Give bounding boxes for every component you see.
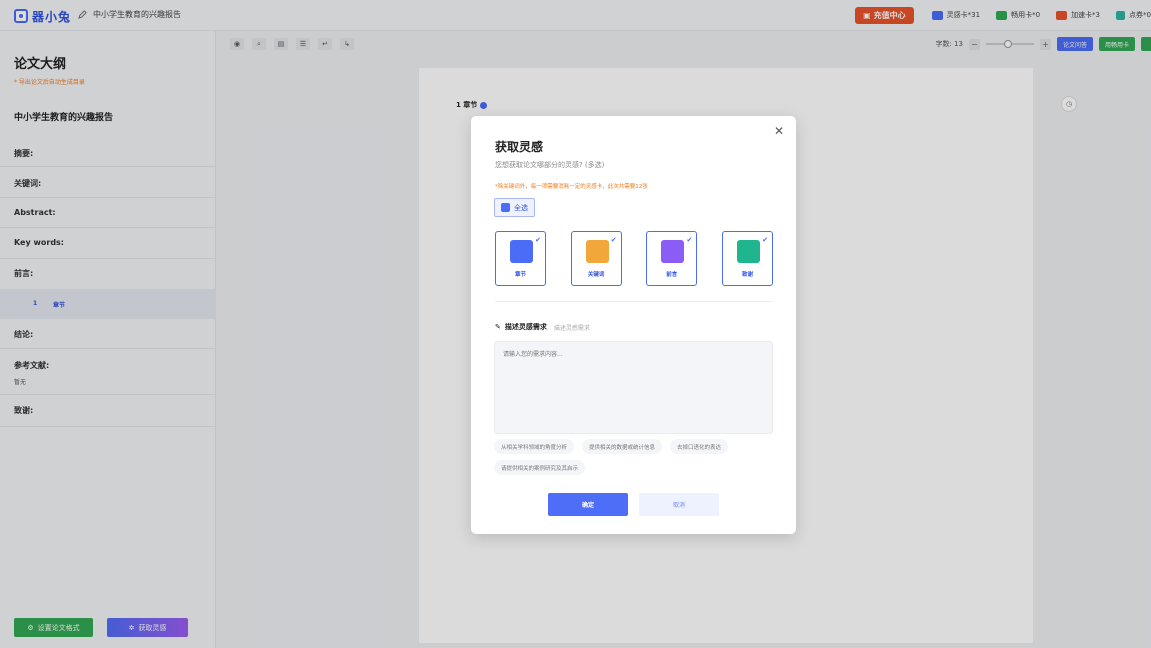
card-chapter[interactable]: ✔ 章节 bbox=[495, 231, 546, 286]
check-icon: ✔ bbox=[535, 236, 541, 244]
suggestion-chip[interactable]: 提供相关的数据或统计信息 bbox=[582, 439, 663, 454]
check-icon: ✔ bbox=[686, 236, 693, 244]
inspiration-dialog: ✕ 获取灵感 您想获取论文哪部分的灵感? (多选) *除关键词外，每一项需要消耗… bbox=[471, 116, 796, 534]
thanks-icon bbox=[736, 240, 760, 263]
card-name: 章节 bbox=[514, 272, 526, 278]
dialog-title: 获取灵感 bbox=[495, 140, 544, 154]
card-name: 致谢 bbox=[741, 272, 753, 278]
suggestion-chips: 从相关学科领域的角度分析 提供相关的数据或统计信息 去掉口语化的表达 请提供相关… bbox=[494, 439, 776, 475]
chapter-icon bbox=[510, 240, 533, 263]
suggestion-chip[interactable]: 请提供相关的案例研究及其启示 bbox=[494, 460, 586, 475]
close-icon[interactable]: ✕ bbox=[774, 124, 784, 138]
check-icon: ✔ bbox=[610, 236, 617, 244]
suggestion-chip[interactable]: 去掉口语化的表达 bbox=[670, 439, 729, 454]
card-name: 关键词 bbox=[587, 272, 605, 278]
checkbox-icon bbox=[501, 203, 510, 212]
edit-icon: ✎ bbox=[495, 323, 501, 331]
section-cards: ✔ 章节 ✔ 关键词 ✔ 前言 ✔ 致谢 bbox=[495, 231, 773, 286]
select-all-checkbox[interactable]: 全选 bbox=[494, 198, 535, 217]
dialog-subtitle: 您想获取论文哪部分的灵感? (多选) bbox=[495, 161, 605, 169]
check-icon: ✔ bbox=[762, 236, 768, 244]
describe-need-heading: ✎ 描述灵感需求 描述灵感需求 bbox=[495, 322, 590, 332]
describe-need-label: 描述灵感需求 bbox=[504, 323, 547, 331]
card-name: 前言 bbox=[666, 272, 678, 278]
keyword-icon bbox=[585, 240, 609, 263]
requirement-textarea[interactable] bbox=[494, 341, 773, 434]
preface-icon bbox=[661, 240, 685, 263]
select-all-label: 全选 bbox=[514, 203, 528, 212]
cancel-button[interactable]: 取消 bbox=[639, 493, 719, 516]
dialog-warning: *除关键词外，每一项需要消耗一定的灵感卡，此次共需要12张 bbox=[495, 184, 648, 190]
describe-need-hint: 描述灵感需求 bbox=[553, 324, 590, 332]
confirm-button[interactable]: 确定 bbox=[548, 493, 628, 516]
card-preface[interactable]: ✔ 前言 bbox=[646, 231, 698, 286]
divider bbox=[495, 301, 773, 302]
card-thanks[interactable]: ✔ 致谢 bbox=[721, 231, 773, 286]
card-keywords[interactable]: ✔ 关键词 bbox=[570, 231, 622, 286]
suggestion-chip[interactable]: 从相关学科领域的角度分析 bbox=[494, 439, 575, 454]
